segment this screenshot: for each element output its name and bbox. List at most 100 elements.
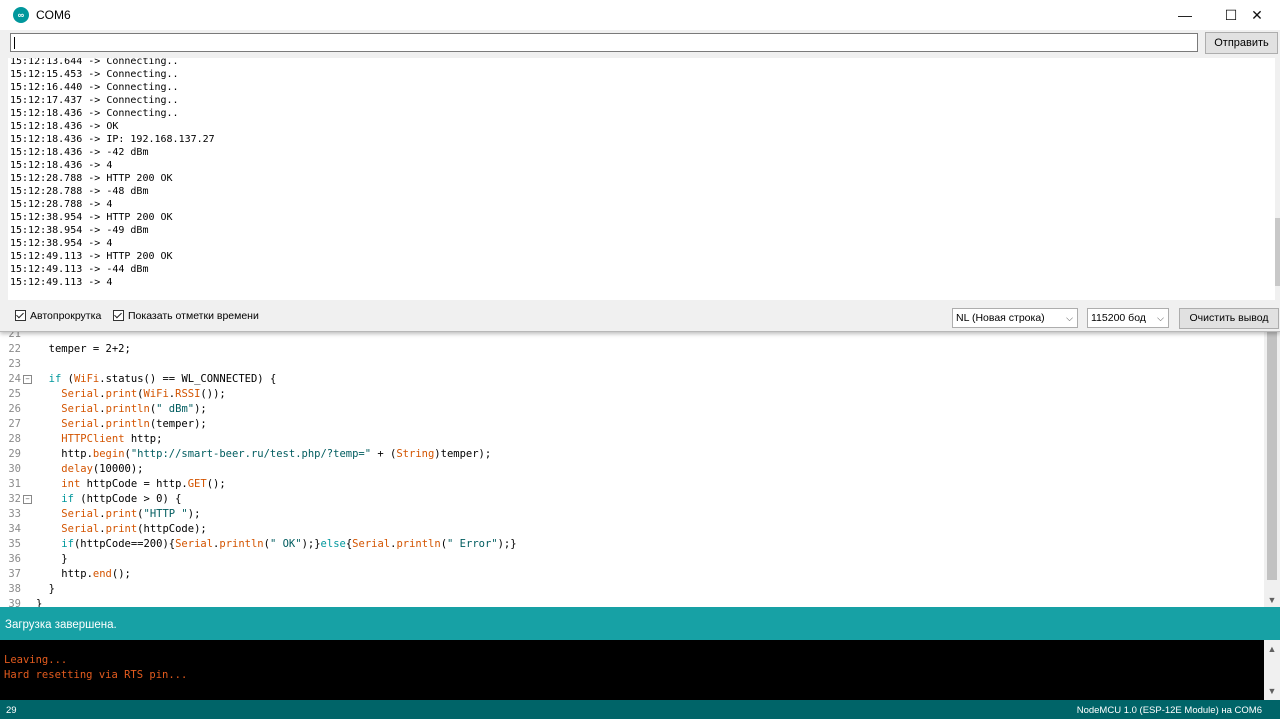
line-number: 35 (8, 538, 21, 550)
output-line: 15:12:16.440 -> Connecting.. (10, 82, 179, 93)
code-line[interactable]: 34 Serial.print(httpCode); (0, 522, 1264, 537)
ide-bottom-bar: 29 NodeMCU 1.0 (ESP-12E Module) на COM6 (0, 700, 1280, 719)
line-number: 33 (8, 508, 21, 520)
code-line[interactable]: 39} (0, 597, 1264, 607)
console-scrollbar[interactable]: ▲ ▼ (1264, 640, 1280, 700)
code-line[interactable]: 31 int httpCode = http.GET(); (0, 477, 1264, 492)
code-line[interactable]: 24− if (WiFi.status() == WL_CONNECTED) { (0, 372, 1264, 387)
code-editor[interactable]: 21 22 temper = 2+2; 23 24− if (WiFi.status(… (0, 330, 1264, 607)
output-line: 15:12:13.644 -> Connecting.. (10, 58, 179, 67)
board-port-info: NodeMCU 1.0 (ESP-12E Module) на COM6 (1076, 705, 1262, 716)
baud-rate-select[interactable]: 115200 бод ⌵ (1087, 308, 1169, 328)
code-line[interactable]: 30 delay(10000); (0, 462, 1264, 477)
code-text: } (36, 598, 43, 607)
console-line: Leaving... (4, 654, 68, 666)
upload-console: Leaving... Hard resetting via RTS pin... (0, 640, 1264, 700)
code-text: if(httpCode==200){Serial.println(" OK");… (61, 538, 517, 550)
line-number: 31 (8, 478, 21, 490)
code-line[interactable]: 36 } (0, 552, 1264, 567)
editor-scrollbar[interactable]: ▼ (1264, 330, 1280, 607)
output-line: 15:12:17.437 -> Connecting.. (10, 95, 179, 106)
code-line[interactable]: 32− if (httpCode > 0) { (0, 492, 1264, 507)
output-scroll-thumb[interactable] (1275, 218, 1280, 286)
code-text: http.begin("http://smart-beer.ru/test.ph… (36, 448, 492, 460)
code-text: Serial.print(WiFi.RSSI()); (61, 388, 226, 400)
code-line[interactable]: 28 HTTPClient http; (0, 432, 1264, 447)
serial-output[interactable]: 15:12:13.644 -> Connecting.. 15:12:15.453… (8, 58, 1275, 300)
code-line[interactable]: 23 (0, 357, 1264, 372)
line-number: 22 (8, 343, 21, 355)
output-line: 15:12:38.954 -> HTTP 200 OK (10, 212, 173, 223)
code-line[interactable]: 33 Serial.print("HTTP "); (0, 507, 1264, 522)
code-text: HTTPClient http; (61, 433, 163, 445)
code-text: Serial.println(" dBm"); (61, 403, 207, 415)
line-number: 39 (8, 598, 21, 607)
line-number: 29 (8, 448, 21, 460)
code-text: temper = 2+2; (36, 343, 131, 355)
code-line[interactable]: 25 Serial.print(WiFi.RSSI()); (0, 387, 1264, 402)
chevron-down-icon: ⌵ (1066, 313, 1073, 323)
code-text: } (36, 583, 55, 595)
code-text: int httpCode = http.GET(); (61, 478, 226, 490)
code-text: } (36, 553, 68, 565)
output-scrollbar[interactable] (1275, 58, 1280, 300)
output-line: 15:12:49.113 -> 4 (10, 277, 113, 288)
output-line: 15:12:38.954 -> -49 dBm (10, 225, 149, 236)
code-line[interactable]: 22 temper = 2+2; (0, 342, 1264, 357)
code-line[interactable]: 26 Serial.println(" dBm"); (0, 402, 1264, 417)
window-title: COM6 (36, 8, 71, 22)
status-bar: Загрузка завершена. (0, 607, 1280, 640)
code-line[interactable]: 27 Serial.println(temper); (0, 417, 1264, 432)
code-text: delay(10000); (61, 463, 144, 475)
line-number: 32 (8, 493, 21, 505)
fold-toggle-icon[interactable]: − (23, 495, 32, 504)
clear-output-button[interactable]: Очистить вывод (1179, 308, 1279, 329)
scroll-up-arrow-icon[interactable]: ▲ (1267, 644, 1277, 654)
serial-monitor-window: ∞ COM6 — ☐ ✕ Отправить 15:12:13.644 -> C… (0, 0, 1280, 332)
output-line: 15:12:18.436 -> Connecting.. (10, 108, 179, 119)
console-line: Hard resetting via RTS pin... (4, 669, 188, 681)
autoscroll-checkbox[interactable] (15, 310, 26, 321)
line-number: 37 (8, 568, 21, 580)
timestamp-checkbox[interactable] (113, 310, 124, 321)
scroll-down-arrow-icon[interactable]: ▼ (1267, 595, 1277, 605)
line-number: 28 (8, 433, 21, 445)
code-text: Serial.println(temper); (61, 418, 207, 430)
output-line: 15:12:28.788 -> -48 dBm (10, 186, 149, 197)
title-bar[interactable]: ∞ COM6 — ☐ ✕ (0, 0, 1280, 30)
autoscroll-label[interactable]: Автопрокрутка (30, 310, 101, 322)
timestamp-label[interactable]: Показать отметки времени (128, 310, 259, 322)
code-line[interactable]: 29 http.begin("http://smart-beer.ru/test… (0, 447, 1264, 462)
chevron-down-icon: ⌵ (1157, 313, 1164, 323)
send-button[interactable]: Отправить (1205, 32, 1278, 54)
scroll-down-arrow-icon[interactable]: ▼ (1267, 686, 1277, 696)
line-number: 36 (8, 553, 21, 565)
line-ending-select[interactable]: NL (Новая строка) ⌵ (952, 308, 1078, 328)
line-number: 24 (8, 373, 21, 385)
code-line[interactable]: 38 } (0, 582, 1264, 597)
output-line: 15:12:28.788 -> 4 (10, 199, 113, 210)
output-line: 15:12:28.788 -> HTTP 200 OK (10, 173, 173, 184)
cursor-line-number: 29 (6, 705, 17, 716)
monitor-controls: Автопрокрутка Показать отметки времени N… (0, 302, 1280, 331)
send-input[interactable] (10, 33, 1198, 52)
output-line: 15:12:38.954 -> 4 (10, 238, 113, 249)
minimize-button[interactable]: — (1162, 0, 1208, 30)
text-caret (14, 37, 15, 49)
line-number: 25 (8, 388, 21, 400)
line-number: 27 (8, 418, 21, 430)
code-line[interactable]: 37 http.end(); (0, 567, 1264, 582)
output-line: 15:12:15.453 -> Connecting.. (10, 69, 179, 80)
line-number: 23 (8, 358, 21, 370)
output-line: 15:12:18.436 -> IP: 192.168.137.27 (10, 134, 215, 145)
line-number: 34 (8, 523, 21, 535)
status-message: Загрузка завершена. (5, 619, 117, 631)
output-line: 15:12:18.436 -> 4 (10, 160, 113, 171)
output-line: 15:12:49.113 -> HTTP 200 OK (10, 251, 173, 262)
editor-scroll-thumb[interactable] (1267, 332, 1277, 580)
code-line[interactable]: 35 if(httpCode==200){Serial.println(" OK… (0, 537, 1264, 552)
close-button[interactable]: ✕ (1234, 0, 1280, 30)
arduino-app-icon: ∞ (13, 7, 29, 23)
fold-toggle-icon[interactable]: − (23, 375, 32, 384)
output-line: 15:12:18.436 -> -42 dBm (10, 147, 149, 158)
